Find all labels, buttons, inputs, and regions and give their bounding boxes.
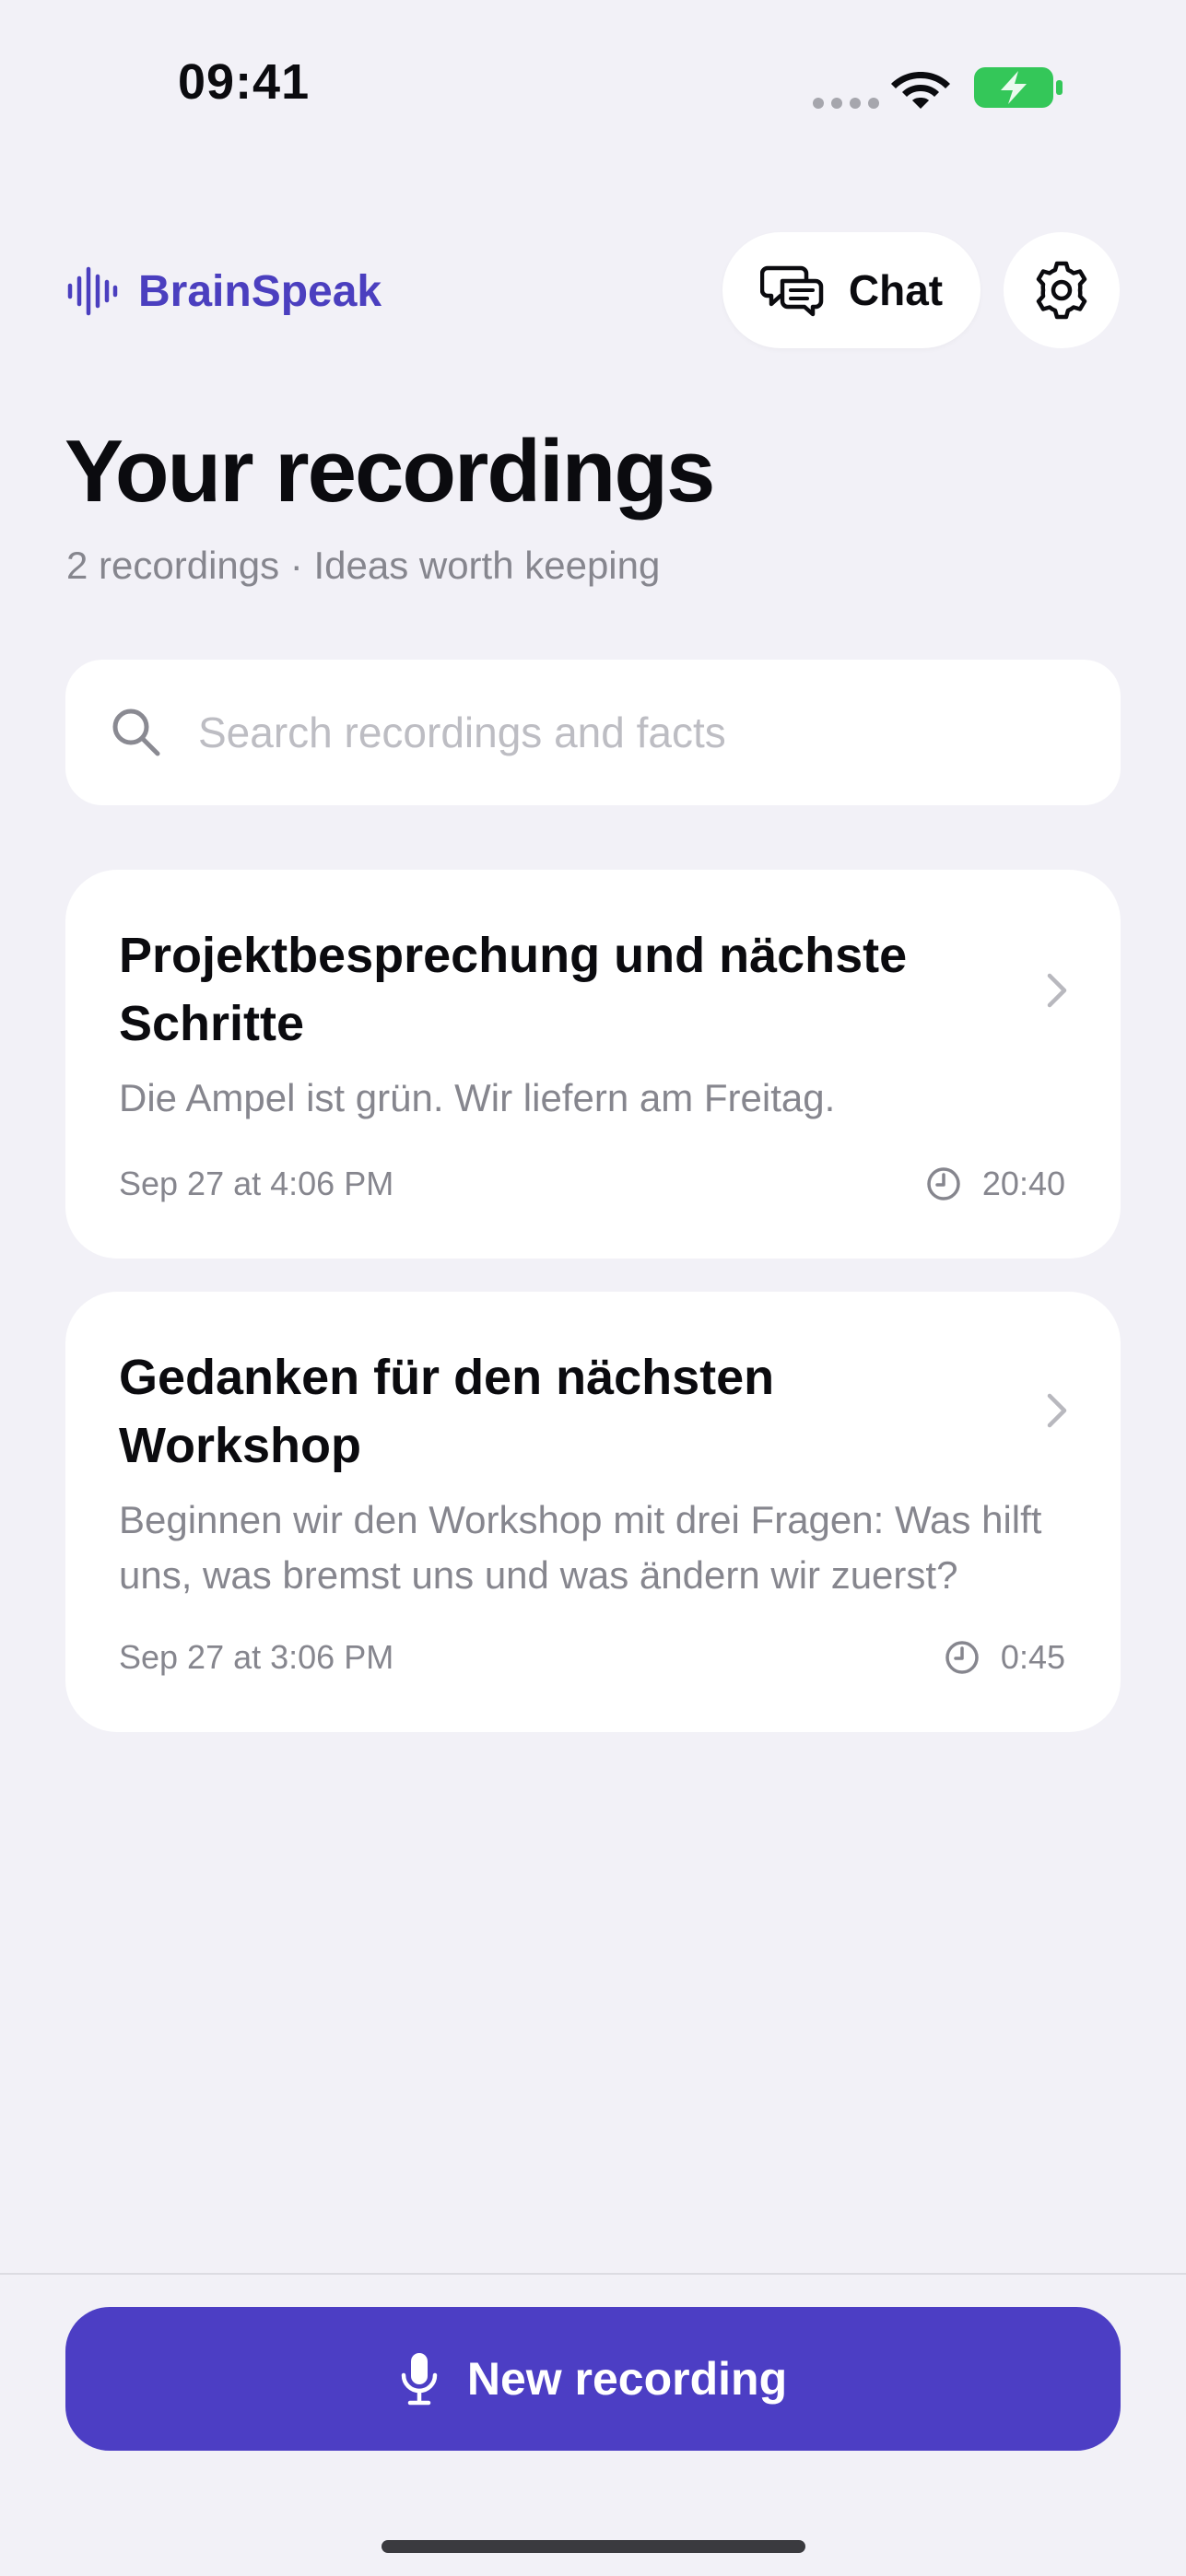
- chat-bubbles-icon: [759, 265, 824, 317]
- chat-button-label: Chat: [848, 266, 944, 314]
- settings-button[interactable]: [1004, 232, 1120, 348]
- page-subtitle: 2 recordings · Ideas worth keeping: [66, 544, 661, 587]
- recording-title: Projektbesprechung und nächste Schritte: [119, 928, 908, 1051]
- recording-excerpt: Beginnen wir den Workshop mit drei Frage…: [119, 1498, 1042, 1597]
- search-bar[interactable]: [65, 660, 1121, 805]
- waveform-icon: [67, 266, 118, 316]
- signal-dots-icon: [813, 98, 879, 109]
- recording-card[interactable]: Gedanken für den nächsten Workshop Begin…: [65, 1292, 1121, 1732]
- search-input[interactable]: [196, 707, 1085, 758]
- recording-date: Sep 27 at 3:06 PM: [119, 1638, 394, 1676]
- search-icon: [112, 708, 160, 756]
- recording-date: Sep 27 at 4:06 PM: [119, 1165, 394, 1202]
- app-name: BrainSpeak: [138, 266, 382, 316]
- microphone-icon: [401, 2353, 438, 2406]
- clock-icon: [945, 1641, 979, 1674]
- recording-duration: 0:45: [944, 1638, 1065, 1677]
- chevron-right-icon: [1047, 1393, 1067, 1428]
- new-recording-label: New recording: [466, 2353, 788, 2405]
- chat-button[interactable]: Chat: [722, 232, 981, 348]
- wifi-icon: [891, 72, 950, 109]
- home-indicator[interactable]: [382, 2540, 805, 2553]
- recording-title: Gedanken für den nächsten Workshop: [119, 1350, 775, 1473]
- recording-excerpt: Die Ampel ist grün. Wir liefern am Freit…: [119, 1076, 836, 1119]
- recording-duration-value: 0:45: [1000, 1638, 1065, 1676]
- gear-icon: [1036, 261, 1087, 320]
- battery-charging-icon: [974, 67, 1063, 108]
- clock-icon: [927, 1167, 960, 1200]
- page-title: Your recordings: [65, 422, 715, 521]
- recording-duration-value: 20:40: [981, 1165, 1065, 1202]
- recording-duration: 20:40: [925, 1165, 1065, 1203]
- chevron-right-icon: [1047, 973, 1067, 1008]
- new-recording-button[interactable]: New recording: [65, 2307, 1121, 2451]
- brand: BrainSpeak: [66, 260, 382, 322]
- status-time: 09:41: [178, 54, 311, 110]
- recording-card[interactable]: Projektbesprechung und nächste Schritte …: [65, 870, 1121, 1259]
- status-bar: 09:41: [0, 0, 1186, 166]
